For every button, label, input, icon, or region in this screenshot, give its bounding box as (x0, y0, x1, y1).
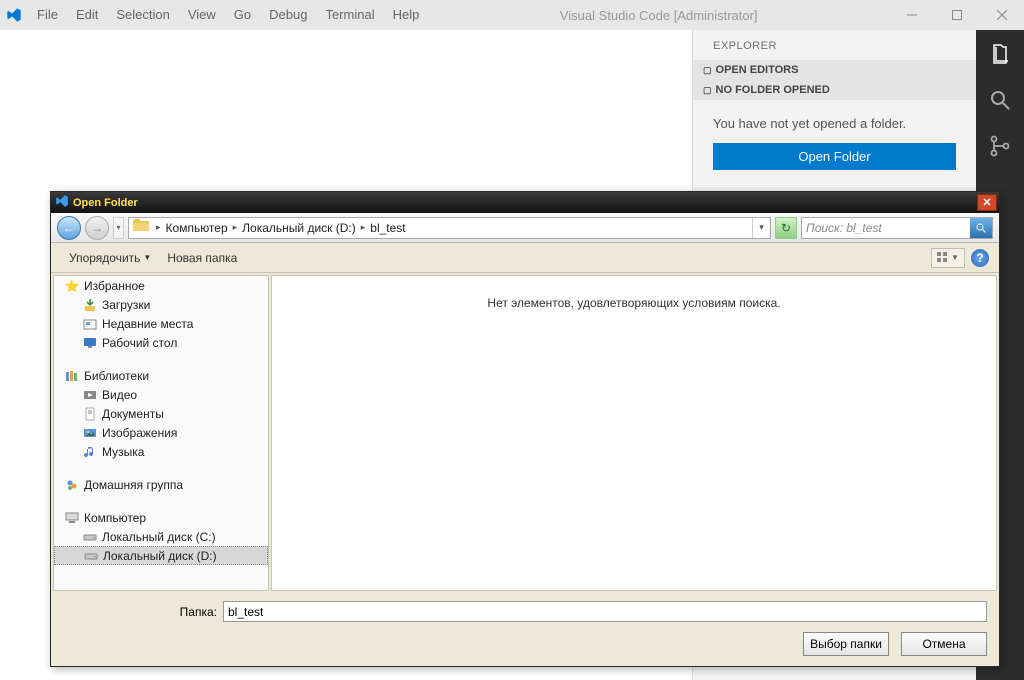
minimize-button[interactable] (889, 0, 934, 30)
downloads-icon (82, 297, 98, 313)
organize-menu[interactable]: Упорядочить▼ (61, 248, 159, 268)
nav-forward-button[interactable]: → (85, 216, 109, 240)
no-folder-header[interactable]: ▢NO FOLDER OPENED (693, 80, 976, 100)
cancel-button[interactable]: Отмена (901, 632, 987, 656)
open-folder-dialog: Open Folder ✕ ← → ▾ ▸ Компьютер ▸ Локаль… (50, 191, 1000, 667)
tree-favorites[interactable]: ⭐Избранное (54, 276, 268, 295)
explorer-icon[interactable] (988, 42, 1012, 66)
tree-documents[interactable]: Документы (54, 404, 268, 423)
dialog-title-text: Open Folder (73, 197, 138, 209)
tree-homegroup[interactable]: Домашняя группа (54, 475, 268, 494)
tree-recent[interactable]: Недавние места (54, 314, 268, 333)
breadcrumb-drive[interactable]: Локальный диск (D:) (240, 221, 358, 235)
nav-history-dropdown[interactable]: ▾ (113, 217, 124, 239)
breadcrumb-folder[interactable]: bl_test (368, 221, 407, 235)
breadcrumb-computer[interactable]: Компьютер (164, 221, 230, 235)
search-placeholder: Поиск: bl_test (806, 221, 882, 235)
tree-drive-d[interactable]: Локальный диск (D:) (54, 546, 268, 565)
new-folder-button[interactable]: Новая папка (159, 248, 245, 268)
chevron-down-icon: ▼ (951, 253, 959, 262)
chevron-down-icon: ▼ (143, 253, 151, 262)
tree-music[interactable]: Музыка (54, 442, 268, 461)
open-folder-button[interactable]: Open Folder (713, 143, 956, 170)
music-icon (82, 444, 98, 460)
tree-drive-c[interactable]: Локальный диск (C:) (54, 527, 268, 546)
select-folder-button[interactable]: Выбор папки (803, 632, 889, 656)
breadcrumb-dropdown[interactable]: ▾ (752, 218, 770, 238)
open-editors-header[interactable]: ▢OPEN EDITORS (693, 60, 976, 80)
vscode-icon (55, 194, 69, 211)
video-icon (82, 387, 98, 403)
chevron-right-icon: ▸ (358, 222, 369, 233)
star-icon: ⭐ (64, 278, 80, 294)
tree-libraries[interactable]: Библиотеки (54, 366, 268, 385)
libraries-icon (64, 368, 80, 384)
main-menu: File Edit Selection View Go Debug Termin… (28, 0, 428, 30)
empty-message: Нет элементов, удовлетворяющих условиям … (487, 296, 780, 590)
folder-name-input[interactable] (223, 601, 987, 622)
refresh-button[interactable]: ↻ (775, 217, 797, 239)
breadcrumb[interactable]: ▸ Компьютер ▸ Локальный диск (D:) ▸ bl_t… (128, 217, 771, 239)
search-icon[interactable] (988, 88, 1012, 112)
chevron-right-icon: ▸ (230, 222, 241, 233)
grid-icon (937, 252, 949, 264)
nav-back-button[interactable]: ← (57, 216, 81, 240)
tree-images[interactable]: Изображения (54, 423, 268, 442)
homegroup-icon (64, 477, 80, 493)
document-icon (82, 406, 98, 422)
menu-help[interactable]: Help (384, 0, 429, 30)
dialog-footer: Папка: Выбор папки Отмена (51, 593, 999, 666)
menu-selection[interactable]: Selection (107, 0, 178, 30)
chevron-down-icon: ▢ (703, 65, 712, 76)
chevron-right-icon: ▸ (153, 222, 164, 233)
drive-icon (82, 529, 98, 545)
help-button[interactable]: ? (971, 249, 989, 267)
search-input[interactable]: Поиск: bl_test (801, 217, 993, 239)
drive-icon (83, 548, 99, 564)
search-submit-button[interactable] (970, 218, 992, 238)
maximize-button[interactable] (934, 0, 979, 30)
dialog-close-button[interactable]: ✕ (977, 194, 997, 211)
images-icon (82, 425, 98, 441)
computer-icon (64, 510, 80, 526)
folder-label: Папка: (63, 605, 217, 619)
close-button[interactable] (979, 0, 1024, 30)
dialog-toolbar: Упорядочить▼ Новая папка ▼ ? (51, 243, 999, 273)
tree-video[interactable]: Видео (54, 385, 268, 404)
file-list-pane[interactable]: Нет элементов, удовлетворяющих условиям … (271, 275, 997, 591)
menu-go[interactable]: Go (225, 0, 260, 30)
no-folder-hint: You have not yet opened a folder. (693, 100, 976, 143)
tree-computer[interactable]: Компьютер (54, 508, 268, 527)
view-options-button[interactable]: ▼ (931, 248, 965, 268)
dialog-titlebar[interactable]: Open Folder ✕ (51, 192, 999, 213)
chevron-down-icon: ▢ (703, 85, 712, 96)
menu-view[interactable]: View (179, 0, 225, 30)
menu-terminal[interactable]: Terminal (316, 0, 383, 30)
dialog-nav-row: ← → ▾ ▸ Компьютер ▸ Локальный диск (D:) … (51, 213, 999, 243)
menu-edit[interactable]: Edit (67, 0, 107, 30)
menu-file[interactable]: File (28, 0, 67, 30)
desktop-icon (82, 335, 98, 351)
tree-desktop[interactable]: Рабочий стол (54, 333, 268, 352)
menu-debug[interactable]: Debug (260, 0, 316, 30)
tree-downloads[interactable]: Загрузки (54, 295, 268, 314)
navigation-tree[interactable]: ⭐Избранное Загрузки Недавние места Рабоч… (53, 275, 269, 591)
window-title: Visual Studio Code [Administrator] (428, 8, 889, 23)
vscode-app-icon (0, 7, 28, 23)
vscode-titlebar: File Edit Selection View Go Debug Termin… (0, 0, 1024, 30)
folder-icon (133, 219, 149, 236)
explorer-title: EXPLORER (693, 30, 976, 60)
recent-icon (82, 316, 98, 332)
source-control-icon[interactable] (988, 134, 1012, 158)
